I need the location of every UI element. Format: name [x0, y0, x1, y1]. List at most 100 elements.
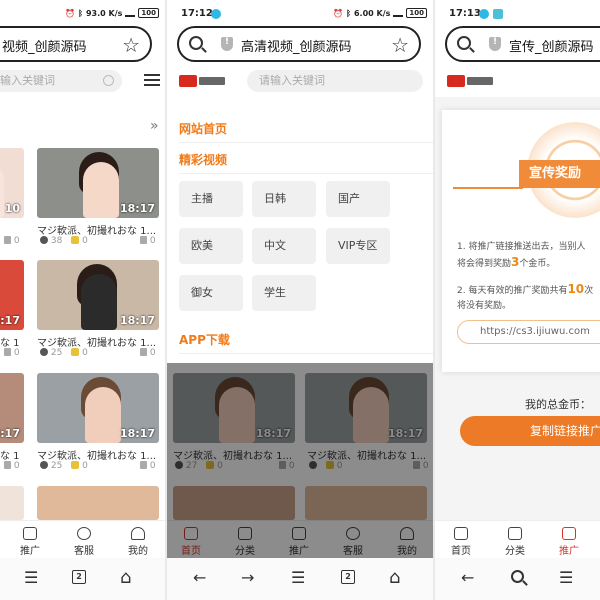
video-thumbnail[interactable]: 10	[0, 148, 24, 218]
total-coins-label: 我的总金币：	[525, 398, 591, 411]
menu-link-featured[interactable]: 精彩视频	[179, 151, 227, 168]
video-title[interactable]: マジ軟派、初撮れおな 1...	[37, 222, 159, 237]
browser-panel-middle: 17:12 ⏰ ᛒ 6.00 K/s 100 高清视频_创颜源码 ☆ 请输入关键…	[167, 0, 433, 600]
app-notification-icon	[493, 9, 503, 19]
video-likes: 0	[140, 461, 156, 471]
address-bar[interactable]: 宣传_创颜源码	[445, 26, 600, 62]
app-notification-icon	[211, 9, 221, 19]
address-bar[interactable]: 高清视频_创颜源码 ☆	[177, 26, 421, 62]
nav-profile[interactable]: 我的	[118, 527, 158, 557]
search-input[interactable]: 输入关键词	[0, 70, 122, 92]
search-icon[interactable]	[103, 75, 114, 86]
more-chevron-icon[interactable]: »	[150, 118, 159, 134]
signal-icon	[393, 9, 404, 17]
category-chip[interactable]: 中文	[252, 228, 316, 264]
video-thumbnail[interactable]: 18:17	[37, 260, 159, 330]
play-count-icon	[40, 348, 48, 356]
search-input[interactable]: 请输入关键词	[247, 70, 423, 92]
video-duration: 8:17	[0, 314, 20, 327]
nav-promote[interactable]: 推广	[10, 527, 50, 557]
battery-indicator: 100	[138, 8, 159, 18]
video-duration: 8:17	[0, 427, 20, 440]
nav-category[interactable]: 分类	[495, 527, 535, 557]
like-icon	[140, 236, 147, 244]
video-title[interactable]: な 1	[0, 334, 24, 349]
browser-panel-right: 17:13 宣传_创颜源码 宣传奖励 1. 将推广链接推送出去，当别人 将会得到…	[435, 0, 600, 600]
search-placeholder: 输入关键词	[0, 74, 55, 87]
app-notification-icon	[479, 9, 489, 19]
video-likes: 0	[140, 348, 156, 358]
category-chip[interactable]: VIP专区	[326, 228, 390, 264]
ribbon-line	[453, 187, 523, 189]
video-title[interactable]: な 1	[0, 447, 24, 462]
tabs-button[interactable]: 2	[72, 570, 86, 584]
layers-icon	[23, 527, 37, 540]
network-speed: 93.0 K/s	[85, 8, 123, 18]
tabs-button[interactable]: 2	[341, 570, 355, 584]
search-icon[interactable]	[457, 36, 471, 50]
home-button[interactable]: ⌂	[389, 569, 400, 587]
bell-icon	[77, 527, 91, 540]
promo-rule-2: 2. 每天有效的推广奖励共有10次 将没有奖励。	[457, 282, 594, 311]
home-button[interactable]: ⌂	[120, 569, 131, 587]
video-title[interactable]: マジ軟派、初撮れおな 1...	[37, 334, 159, 349]
browser-panel-left: ⏰ ᛒ 93.0 K/s 100 视频_创颜源码 ☆ 输入关键词 » 10 0 …	[0, 0, 165, 600]
video-meta: 0	[4, 236, 20, 246]
site-logo[interactable]	[447, 75, 495, 87]
video-thumbnail[interactable]: 8:17	[0, 373, 24, 443]
video-duration: 10	[4, 202, 20, 215]
search-icon[interactable]	[511, 570, 524, 583]
video-thumbnail[interactable]: 18:17	[37, 373, 159, 443]
back-button[interactable]: ←	[461, 570, 474, 586]
menu-link-home[interactable]: 网站首页	[179, 120, 227, 137]
system-nav: ← → ☰ 2 ⌂	[167, 558, 433, 600]
status-icons: ⏰ ᛒ 6.00 K/s 100	[333, 8, 427, 18]
status-bar: 17:13	[435, 0, 600, 22]
signal-icon	[125, 9, 136, 17]
category-chip[interactable]: 欧美	[179, 228, 243, 264]
bookmark-star-icon[interactable]: ☆	[122, 33, 140, 57]
bluetooth-icon: ᛒ	[78, 8, 83, 18]
menu-button[interactable]: ☰	[291, 570, 305, 586]
coin-icon	[71, 348, 80, 356]
video-thumbnail[interactable]: 18:17	[37, 148, 159, 218]
search-icon[interactable]	[189, 36, 203, 50]
video-meta: 25 0	[40, 461, 88, 471]
coin-icon	[71, 461, 80, 469]
nav-home[interactable]: 首页	[441, 527, 481, 557]
app-bottom-nav: 推广 客服 我的	[0, 520, 165, 558]
video-thumbnail[interactable]: 8:17	[0, 260, 24, 330]
promo-link-field[interactable]: https://cs3.ijiuwu.com	[457, 320, 600, 344]
system-nav: ← ☰	[435, 558, 600, 600]
play-count-icon	[40, 236, 48, 244]
copy-link-button[interactable]: 复制链接推广	[460, 416, 600, 446]
menu-backdrop-overlay[interactable]	[167, 363, 433, 558]
bluetooth-icon: ᛒ	[346, 8, 351, 18]
menu-icon[interactable]	[144, 74, 160, 87]
site-logo[interactable]	[179, 75, 227, 87]
menu-button[interactable]: ☰	[24, 570, 38, 586]
menu-button[interactable]: ☰	[559, 570, 573, 586]
url-title: 高清视频_创颜源码	[241, 40, 352, 55]
category-chip[interactable]: 学生	[252, 275, 316, 311]
menu-link-app-download[interactable]: APP下载	[179, 331, 230, 348]
category-chip[interactable]: 日韩	[252, 181, 316, 217]
category-chip[interactable]: 国产	[326, 181, 390, 217]
nav-support[interactable]: 客服	[64, 527, 104, 557]
address-bar[interactable]: 视频_创颜源码 ☆	[0, 26, 152, 62]
forward-button[interactable]: →	[241, 570, 254, 586]
back-button[interactable]: ←	[193, 570, 206, 586]
category-chip[interactable]: 主播	[179, 181, 243, 217]
video-thumbnail[interactable]	[0, 486, 24, 520]
category-chip[interactable]: 御女	[179, 275, 243, 311]
status-bar: 17:12 ⏰ ᛒ 6.00 K/s 100	[167, 0, 433, 22]
video-thumbnail[interactable]	[37, 486, 159, 520]
security-shield-icon	[221, 37, 233, 51]
like-icon	[140, 461, 147, 469]
nav-promote[interactable]: 推广	[549, 527, 589, 557]
app-bottom-nav: 首页 分类 推广	[435, 520, 600, 558]
bookmark-star-icon[interactable]: ☆	[391, 33, 409, 57]
video-meta: 0	[4, 348, 20, 358]
coin-icon	[71, 236, 80, 244]
video-title[interactable]: マジ軟派、初撮れおな 1...	[37, 447, 159, 462]
